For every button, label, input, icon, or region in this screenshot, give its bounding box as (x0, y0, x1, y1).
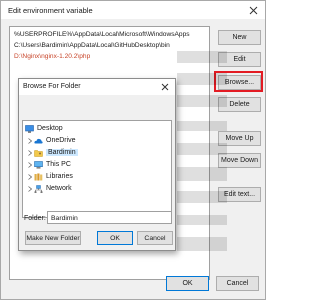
tree-item-label: Desktop (37, 125, 63, 132)
tree-item-label: Bardimin (46, 149, 78, 156)
tree-item-desktop[interactable]: Desktop (25, 123, 63, 134)
list-item[interactable]: %USERPROFILE%\AppData\Local\Microsoft\Wi… (14, 30, 190, 40)
delete-button[interactable]: Delete (218, 97, 261, 112)
dialog-title-bar[interactable]: Browse For Folder (19, 79, 175, 95)
chevron-right-icon[interactable] (27, 149, 33, 157)
list-item[interactable]: C:\Users\Bardimin\AppData\Local\GitHubDe… (14, 41, 170, 51)
tree-item-label: Network (46, 185, 72, 192)
browse-for-folder-dialog: Browse For Folder Desktop OneDrive Bardi… (18, 78, 176, 251)
new-button[interactable]: New (218, 30, 261, 45)
close-icon[interactable] (246, 3, 260, 17)
chevron-right-icon[interactable] (27, 137, 33, 145)
tree-item-onedrive[interactable]: OneDrive (27, 135, 76, 146)
window-title: Edit environment variable (8, 6, 93, 15)
chevron-right-icon[interactable] (27, 161, 33, 169)
desktop-icon (25, 124, 34, 133)
edit-text-button[interactable]: Edit text... (218, 187, 261, 202)
onedrive-icon (34, 137, 43, 145)
dialog-title: Browse For Folder (23, 83, 81, 90)
chevron-right-icon[interactable] (27, 185, 33, 193)
move-down-button[interactable]: Move Down (218, 153, 261, 168)
tree-item-label: Libraries (46, 173, 73, 180)
chevron-right-icon[interactable] (27, 173, 33, 181)
tree-item-label: This PC (46, 161, 71, 168)
dialog-cancel-button[interactable]: Cancel (137, 231, 173, 245)
close-icon[interactable] (159, 81, 171, 93)
tree-item-this-pc[interactable]: This PC (27, 159, 71, 170)
user-folder-icon (34, 149, 43, 157)
dialog-ok-button[interactable]: OK (97, 231, 133, 245)
move-up-button[interactable]: Move Up (218, 131, 261, 146)
libraries-icon (34, 173, 43, 181)
tree-item-label: OneDrive (46, 137, 76, 144)
folder-input[interactable]: Bardimin (47, 211, 172, 224)
folder-label: Folder: (24, 215, 46, 222)
edit-button[interactable]: Edit (218, 52, 261, 67)
tree-item-network[interactable]: Network (27, 183, 72, 194)
title-bar[interactable]: Edit environment variable (1, 1, 265, 19)
network-icon (34, 184, 43, 193)
list-item-selected[interactable]: D:\Nginx\nginx-1.20.2\php (14, 52, 90, 62)
make-new-folder-button[interactable]: Make New Folder (25, 231, 81, 245)
tree-item-libraries[interactable]: Libraries (27, 171, 73, 182)
cancel-button[interactable]: Cancel (216, 276, 259, 291)
computer-icon (34, 160, 43, 169)
tree-item-bardimin[interactable]: Bardimin (27, 147, 78, 158)
edit-env-variable-window: Edit environment variable %USERPROFILE%\… (0, 0, 266, 300)
ok-button[interactable]: OK (166, 276, 209, 291)
folder-tree[interactable]: Desktop OneDrive Bardimin This PC Librar… (22, 120, 172, 218)
browse-highlight-box (214, 71, 263, 92)
